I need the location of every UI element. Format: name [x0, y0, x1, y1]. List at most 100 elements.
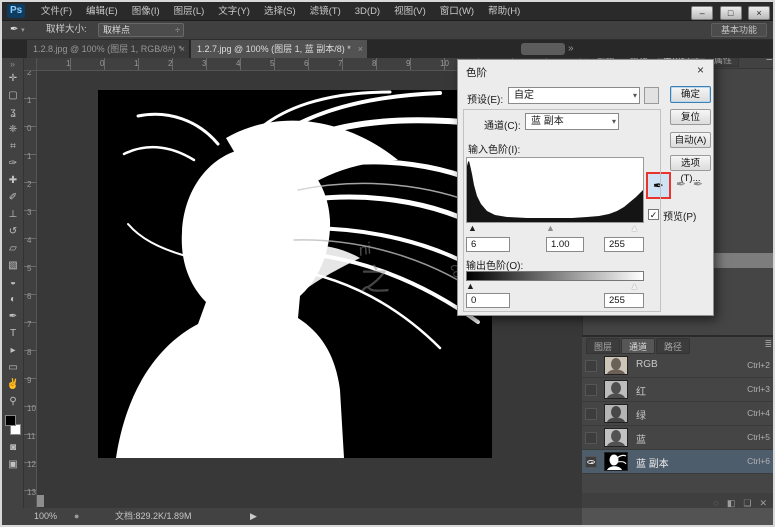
stepper-icon: ÷ [175, 24, 180, 36]
visibility-toggle[interactable] [585, 360, 597, 372]
maximize-button[interactable]: □ [720, 6, 742, 20]
photoshop-window: Ps 文件(F)编辑(E)图像(I)图层(L)文字(Y)选择(S)滤镜(T)3D… [0, 0, 775, 527]
move-tool-icon[interactable]: ✛ [2, 70, 24, 87]
menu-item-9[interactable]: 窗口(W) [433, 2, 481, 21]
input-shadow-field[interactable]: 6 [466, 237, 510, 252]
lasso-tool-icon[interactable]: ʓ [2, 104, 24, 121]
zoom-level-field[interactable]: 100% [34, 508, 57, 525]
dialog-close-icon[interactable]: × [697, 63, 704, 77]
channels-footer-icon-1[interactable]: ◧ [727, 498, 736, 509]
menu-item-6[interactable]: 滤镜(T) [303, 2, 348, 21]
channel-row-blue-copy[interactable]: 蓝 副本 Ctrl+6 [582, 450, 775, 474]
status-expand-icon[interactable]: ▶ [250, 508, 257, 525]
eraser-tool-icon[interactable]: ▱ [2, 240, 24, 257]
options-button[interactable]: 选项(T)... [670, 155, 711, 171]
status-bar: 100% ● 文档:829.2K/1.89M ▶ [2, 508, 582, 525]
preset-options-button[interactable] [644, 87, 659, 104]
quick-mask-icon[interactable]: ◙ [2, 439, 24, 456]
tab-close-icon[interactable]: × [358, 40, 363, 58]
menu-item-2[interactable]: 图像(I) [125, 2, 167, 21]
tab-close-icon[interactable]: × [180, 40, 185, 58]
h-ruler-number: 4 [236, 59, 240, 68]
channel-thumbnail [604, 404, 628, 423]
channel-row-rgb[interactable]: RGB Ctrl+2 [582, 354, 775, 378]
marquee-tool-icon[interactable]: ▢ [2, 87, 24, 104]
output-highlight-field[interactable]: 255 [604, 293, 644, 308]
output-shadow-field[interactable]: 0 [466, 293, 510, 308]
workspace-button[interactable]: 基本功能 [711, 23, 767, 37]
ok-button[interactable]: 确定 [670, 86, 711, 103]
quick-selection-tool-icon[interactable]: ❈ [2, 121, 24, 138]
current-tool-icon[interactable]: ✒ ▾ [10, 21, 25, 40]
reset-button[interactable]: 复位 [670, 109, 711, 125]
path-selection-tool-icon[interactable]: ▸ [2, 342, 24, 359]
channel-row-green[interactable]: 绿 Ctrl+4 [582, 402, 775, 426]
visibility-toggle[interactable] [585, 432, 597, 444]
input-highlight-slider[interactable]: ▲ [630, 224, 639, 233]
dodge-tool-icon[interactable]: ◐ [2, 291, 24, 308]
channel-row-blue[interactable]: 蓝 Ctrl+5 [582, 426, 775, 450]
options-bar: ✒ ▾ 取样大小: 取样点÷ 基本功能 [2, 21, 773, 40]
shape-tool-icon[interactable]: ▭ [2, 359, 24, 376]
eyedropper-icon: ✒ [10, 24, 18, 35]
document-tab-inactive[interactable]: 1.2.8.jpg @ 100% (图层 1, RGB/8#) * × [27, 40, 190, 58]
channels-panel-menu-icon[interactable]: ≣ [764, 339, 772, 350]
blur-tool-icon[interactable]: ◒ [2, 274, 24, 291]
color-swatches [2, 413, 24, 439]
output-shadow-slider[interactable]: ▲ [466, 282, 475, 291]
sample-size-dropdown[interactable]: 取样点÷ [98, 23, 184, 37]
menu-item-7[interactable]: 3D(D) [348, 2, 387, 21]
close-button[interactable]: × [748, 6, 770, 20]
collapsed-panel-handle[interactable] [521, 43, 565, 55]
collapse-tools-icon[interactable]: » [2, 58, 23, 70]
foreground-color-swatch[interactable] [5, 415, 16, 426]
hand-tool-icon[interactable]: ✌ [2, 376, 24, 393]
chevron-down-icon: ▾ [633, 88, 637, 103]
input-shadow-slider[interactable]: ▲ [468, 224, 477, 233]
screen-mode-icon[interactable]: ▣ [2, 456, 24, 473]
clone-stamp-tool-icon[interactable]: ⊥ [2, 206, 24, 223]
menu-item-5[interactable]: 选择(S) [257, 2, 303, 21]
panel-tab-0[interactable]: 图层 [586, 338, 620, 354]
brush-tool-icon[interactable]: ✐ [2, 189, 24, 206]
type-tool-icon[interactable]: T [2, 325, 24, 342]
crop-tool-icon[interactable]: ⌗ [2, 138, 24, 155]
preset-dropdown[interactable]: 自定 ▾ [508, 87, 640, 104]
menu-item-8[interactable]: 视图(V) [387, 2, 433, 21]
menu-item-3[interactable]: 图层(L) [167, 2, 212, 21]
input-highlight-field[interactable]: 255 [604, 237, 644, 252]
menu-item-1[interactable]: 编辑(E) [79, 2, 125, 21]
menu-item-4[interactable]: 文字(Y) [211, 2, 257, 21]
collapse-panel-icon[interactable]: » [568, 42, 574, 56]
panel-tab-2[interactable]: 路径 [656, 338, 690, 354]
menu-item-0[interactable]: 文件(F) [34, 2, 79, 21]
visibility-toggle[interactable] [585, 384, 597, 396]
channels-footer-icon-0[interactable]: ◌ [714, 498, 719, 508]
document-tab-active[interactable]: 1.2.7.jpg @ 100% (图层 1, 蓝 副本/8) * × [191, 40, 367, 58]
healing-brush-tool-icon[interactable]: ✚ [2, 172, 24, 189]
input-midtone-slider[interactable]: ▲ [546, 224, 555, 233]
channel-dropdown[interactable]: 蓝 副本 ▾ [525, 113, 619, 130]
channel-row-red[interactable]: 红 Ctrl+3 [582, 378, 775, 402]
channels-panel-footer: ◌ ◧ ❏ ✕ [582, 493, 775, 508]
gradient-tool-icon[interactable]: ▧ [2, 257, 24, 274]
h-ruler-number: 3 [202, 59, 206, 68]
auto-button[interactable]: 自动(A) [670, 132, 711, 148]
white-point-eyedropper[interactable]: ✒ [693, 177, 703, 191]
input-gamma-field[interactable]: 1.00 [546, 237, 584, 252]
channels-footer-icon-2[interactable]: ❏ [743, 498, 751, 509]
pen-tool-icon[interactable]: ✒ [2, 308, 24, 325]
panel-tab-1[interactable]: 通道 [621, 338, 655, 354]
zoom-tool-icon[interactable]: ⚲ [2, 393, 24, 410]
visibility-toggle-on[interactable] [585, 456, 597, 468]
output-highlight-slider[interactable]: ▲ [630, 282, 639, 291]
history-brush-tool-icon[interactable]: ↺ [2, 223, 24, 240]
channels-footer-icon-3[interactable]: ✕ [759, 498, 767, 509]
visibility-toggle[interactable] [585, 408, 597, 420]
gray-point-eyedropper[interactable]: ✒ [676, 177, 686, 191]
minimize-button[interactable]: – [691, 6, 713, 20]
levels-dialog: 色阶 × 预设(E): 自定 ▾ 确定 复位 自动(A) 选项(T)... ✒ … [457, 59, 714, 316]
eyedropper-tool-icon[interactable]: ✑ [2, 155, 24, 172]
menu-item-10[interactable]: 帮助(H) [481, 2, 527, 21]
ps-logo: Ps [7, 4, 25, 18]
